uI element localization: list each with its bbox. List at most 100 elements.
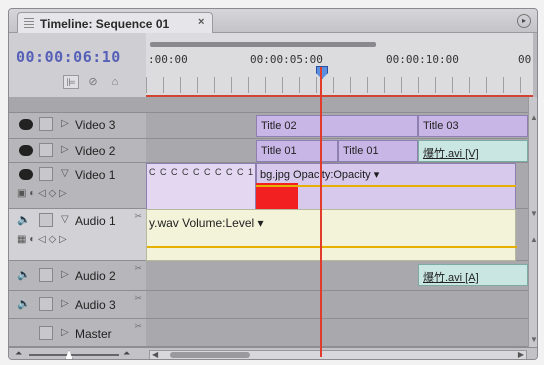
keyframe-nav-icon[interactable]: ▦ ◐ ◁ ◇ ▷ (17, 234, 67, 245)
eye-icon[interactable] (19, 145, 33, 156)
snap-icon[interactable]: ⊫ (63, 75, 79, 89)
vertical-scrollbar[interactable]: ▲ ▼ ▲ ▼ (528, 97, 537, 347)
clip-avi-video[interactable]: 爆竹.avi [V] (418, 140, 528, 162)
work-area-bar[interactable] (150, 42, 376, 47)
ruler-ticks (146, 77, 533, 93)
grip-icon[interactable] (24, 18, 34, 28)
scissor-icon: ✂ (134, 321, 142, 331)
keyframe-icon[interactable]: ⌂ (107, 75, 123, 89)
track-name: Audio 1 (75, 214, 116, 228)
track-name: Audio 3 (75, 298, 116, 312)
red-clip-region (256, 183, 298, 211)
track-name: Video 3 (75, 118, 116, 132)
scroll-left-icon[interactable]: ◀ (152, 350, 158, 359)
track-header-audio2[interactable]: 🔈 ▷ Audio 2 ✂ (9, 261, 146, 291)
eye-icon[interactable] (19, 169, 33, 180)
track-header-audio3[interactable]: 🔈 ▷ Audio 3 ✂ (9, 291, 146, 319)
frame-marker: C (193, 167, 200, 177)
horizontal-scrollbar[interactable]: ◀ ▶ (149, 350, 527, 359)
zoom-in-icon[interactable]: ⏶ (123, 348, 130, 359)
clip-title-03[interactable]: Title 03 (418, 115, 528, 137)
scroll-up-icon[interactable]: ▲ (530, 235, 537, 244)
zoom-track[interactable] (29, 354, 119, 356)
track-header-video3[interactable]: ▷ Video 3 (9, 113, 146, 139)
lane-video2: Title 01 Title 01 爆竹.avi [V] (146, 139, 528, 163)
expand-triangle-icon[interactable]: ▷ (61, 327, 69, 338)
panel-tabbar: Timeline: Sequence 01 × ▸ (9, 9, 537, 33)
scissor-icon: ✂ (134, 293, 142, 303)
track-header-audio1[interactable]: 🔈 ▽ Audio 1 ✂ ▦ ◐ ◁ ◇ ▷ (9, 209, 146, 261)
lane-master (146, 319, 528, 347)
timecode-display[interactable]: 00:00:06:10 (16, 48, 121, 66)
frame-marker: C (204, 167, 211, 177)
track-header-master[interactable]: ▷ Master ✂ (9, 319, 146, 347)
timeline-panel: Timeline: Sequence 01 × ▸ 00:00:06:10 ⊫ … (8, 8, 538, 360)
clip-title-02[interactable]: Title 02 (256, 115, 418, 137)
frame-marker: C (226, 167, 233, 177)
scroll-right-icon[interactable]: ▶ (518, 350, 524, 359)
clip-label: y.wav Volume:Level ▾ (149, 216, 264, 230)
lock-toggle[interactable] (39, 297, 53, 311)
zoom-slider[interactable]: ⏶ ⏶ (15, 348, 135, 359)
track-headers: ▷ Video 3 ▷ Video 2 ▽ Video 1 ▣ ◐ ◁ ◇ ▷ … (9, 113, 146, 347)
track-header-video1[interactable]: ▽ Video 1 ▣ ◐ ◁ ◇ ▷ (9, 163, 146, 209)
track-header-video2[interactable]: ▷ Video 2 (9, 139, 146, 163)
scroll-up-icon[interactable]: ▲ (530, 113, 537, 122)
expand-triangle-icon[interactable]: ▷ (61, 118, 69, 129)
tab-title: Timeline: Sequence 01 (40, 17, 170, 31)
tab-timeline-sequence[interactable]: Timeline: Sequence 01 × (17, 12, 213, 33)
expand-triangle-icon[interactable]: ▷ (61, 269, 69, 280)
clip-title-01[interactable]: Title 01 (256, 140, 338, 162)
track-name: Master (75, 327, 112, 341)
expand-triangle-icon[interactable]: ▷ (61, 144, 69, 155)
playhead-line[interactable] (320, 67, 322, 357)
close-icon[interactable]: × (198, 16, 204, 28)
lock-toggle[interactable] (39, 268, 53, 282)
track-gap (9, 97, 528, 113)
opacity-rubberband[interactable] (256, 185, 516, 187)
clip-frame-strip[interactable]: C C C C C C C C C 1 (146, 163, 256, 211)
scroll-thumb[interactable] (170, 352, 250, 358)
frame-marker: C (171, 167, 178, 177)
lock-toggle[interactable] (39, 143, 53, 157)
marker-icon[interactable]: ⊘ (85, 75, 101, 89)
scissor-icon: ✂ (134, 263, 142, 273)
collapse-triangle-icon[interactable]: ▽ (61, 214, 69, 225)
eye-icon[interactable] (19, 119, 33, 130)
volume-rubberband[interactable] (147, 246, 517, 248)
track-name: Video 2 (75, 144, 116, 158)
lane-audio2: 爆竹.avi [A] (146, 261, 528, 291)
keyframe-nav-icon[interactable]: ▣ ◐ ◁ ◇ ▷ (17, 188, 67, 199)
clip-avi-audio[interactable]: 爆竹.avi [A] (418, 264, 528, 286)
scroll-down-icon[interactable]: ▼ (530, 209, 537, 218)
clip-y-wav[interactable]: y.wav Volume:Level ▾ (146, 209, 517, 261)
panel-menu-icon[interactable]: ▸ (517, 14, 531, 28)
lane-video1: C C C C C C C C C 1 bg.jpg Opacity:Opaci… (146, 163, 528, 211)
lane-audio3 (146, 291, 528, 319)
expand-triangle-icon[interactable]: ▷ (61, 298, 69, 309)
lane-video3: Title 02 Title 03 (146, 113, 528, 139)
bottom-bar: ⏶ ⏶ ◀ ▶ (9, 347, 537, 359)
timeline-controls: 00:00:06:10 ⊫ ⊘ ⌂ (9, 33, 146, 97)
lock-toggle[interactable] (39, 213, 53, 227)
ruler-label: 00 (518, 53, 532, 66)
ruler-label: 00:00:10:00 (386, 53, 459, 66)
ruler-label: 00:00:05:00 (250, 53, 323, 66)
speaker-icon[interactable]: 🔈 (17, 298, 33, 311)
frame-marker: C (237, 167, 244, 177)
lock-toggle[interactable] (39, 117, 53, 131)
lane-audio1: y.wav Volume:Level ▾ (146, 209, 528, 261)
lock-toggle[interactable] (39, 167, 53, 181)
speaker-icon[interactable]: 🔈 (17, 214, 33, 227)
scroll-down-icon[interactable]: ▼ (530, 335, 537, 344)
ruler-label: :00:00 (148, 53, 188, 66)
collapse-triangle-icon[interactable]: ▽ (61, 168, 69, 179)
speaker-icon[interactable]: 🔈 (17, 269, 33, 282)
frame-marker: C (149, 167, 156, 177)
time-ruler[interactable]: :00:00 00:00:05:00 00:00:10:00 00 (146, 33, 533, 97)
zoom-out-icon[interactable]: ⏶ (15, 348, 22, 359)
lock-toggle[interactable] (39, 326, 53, 340)
frame-marker: C (215, 167, 222, 177)
track-name: Video 1 (75, 168, 116, 182)
clip-title-01[interactable]: Title 01 (338, 140, 418, 162)
